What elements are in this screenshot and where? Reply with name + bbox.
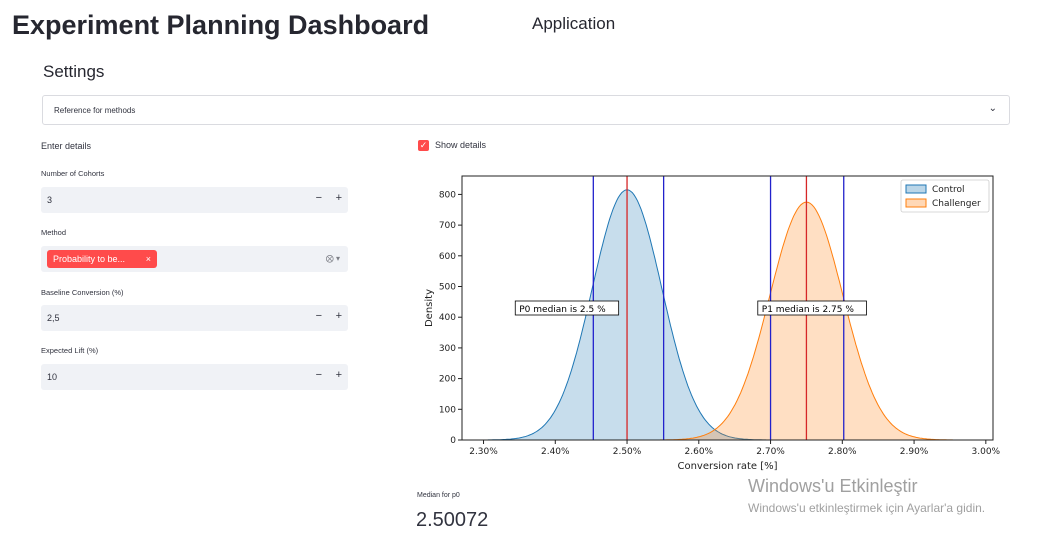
- y-tick-label-6: 600: [439, 252, 456, 262]
- lift-input[interactable]: 10 − +: [41, 364, 348, 390]
- x-tick-label-2: 2.50%: [613, 447, 642, 457]
- activation-watermark-subtitle: Windows'u etkinleştirmek için Ayarlar'a …: [748, 501, 986, 515]
- page-title: Experiment Planning Dashboard: [12, 10, 430, 40]
- cohorts-input[interactable]: 3 − +: [41, 187, 348, 213]
- y-tick-label-0: 0: [450, 436, 456, 446]
- lift-increment-button[interactable]: +: [336, 369, 342, 381]
- settings-title: Settings: [43, 62, 105, 81]
- legend-label-0: Control: [932, 185, 965, 195]
- cohorts-value: 3: [47, 195, 53, 205]
- legend-label-1: Challenger: [932, 199, 981, 209]
- method-label: Method: [41, 228, 67, 237]
- lift-label: Expected Lift (%): [41, 346, 99, 355]
- method-tag-label: Probability to be...: [53, 254, 126, 264]
- activation-watermark-title: Windows'u Etkinleştir: [748, 476, 918, 496]
- method-tag[interactable]: Probability to be... ×: [47, 250, 157, 268]
- y-tick-label-8: 800: [439, 190, 456, 200]
- x-axis-label: Conversion rate [%]: [677, 461, 777, 472]
- baseline-decrement-button[interactable]: −: [316, 310, 322, 322]
- method-select[interactable]: Probability to be... × ⨂ ▾: [41, 246, 348, 272]
- y-axis-label: Density: [424, 289, 435, 327]
- cohorts-decrement-button[interactable]: −: [316, 192, 322, 204]
- y-tick-label-1: 100: [439, 405, 456, 415]
- clear-and-chevron-icon[interactable]: ⨂ ▾: [326, 254, 340, 263]
- show-details-checkbox[interactable]: ✓: [418, 140, 429, 151]
- x-tick-label-1: 2.40%: [541, 447, 570, 457]
- app-label: Application: [532, 14, 616, 33]
- y-tick-label-4: 400: [439, 313, 456, 323]
- close-icon[interactable]: ×: [146, 250, 151, 268]
- baseline-label: Baseline Conversion (%): [41, 288, 124, 297]
- chevron-down-icon[interactable]: ⌄: [989, 103, 997, 114]
- density-chart: P0 median is 2.5 % P1 median is 2.75 % 2.3…: [424, 175, 1001, 472]
- y-tick-label-3: 300: [439, 344, 456, 354]
- enter-details-heading: Enter details: [41, 141, 92, 151]
- baseline-value: 2,5: [47, 313, 60, 323]
- expander-label: Reference for methods: [54, 106, 136, 115]
- x-tick-label-0: 2.30%: [469, 447, 498, 457]
- y-tick-label-7: 700: [439, 221, 456, 231]
- x-tick-label-5: 2.80%: [828, 447, 857, 457]
- annotation-label-0: P0 median is 2.5 %: [519, 305, 606, 315]
- cohorts-increment-button[interactable]: +: [336, 192, 342, 204]
- lift-decrement-button[interactable]: −: [316, 369, 322, 381]
- cohorts-label: Number of Cohorts: [41, 169, 105, 178]
- x-tick-label-3: 2.60%: [685, 447, 714, 457]
- metric-label: Median for p0: [417, 492, 460, 499]
- baseline-increment-button[interactable]: +: [336, 310, 342, 322]
- baseline-input[interactable]: 2,5 − +: [41, 305, 348, 331]
- legend-swatch-0: [905, 184, 927, 194]
- x-tick-label-7: 3.00%: [972, 447, 1001, 457]
- reference-expander[interactable]: Reference for methods ⌄: [42, 95, 1010, 125]
- x-tick-label-6: 2.90%: [900, 447, 929, 457]
- y-tick-label-5: 500: [439, 283, 456, 293]
- y-tick-label-2: 200: [439, 375, 456, 385]
- metric-value: 2.50072: [416, 509, 489, 531]
- show-details-label[interactable]: Show details: [435, 140, 486, 150]
- legend-swatch-1: [905, 198, 927, 208]
- lift-value: 10: [47, 372, 58, 382]
- annotation-label-1: P1 median is 2.75 %: [762, 305, 855, 315]
- x-tick-label-4: 2.70%: [756, 447, 785, 457]
